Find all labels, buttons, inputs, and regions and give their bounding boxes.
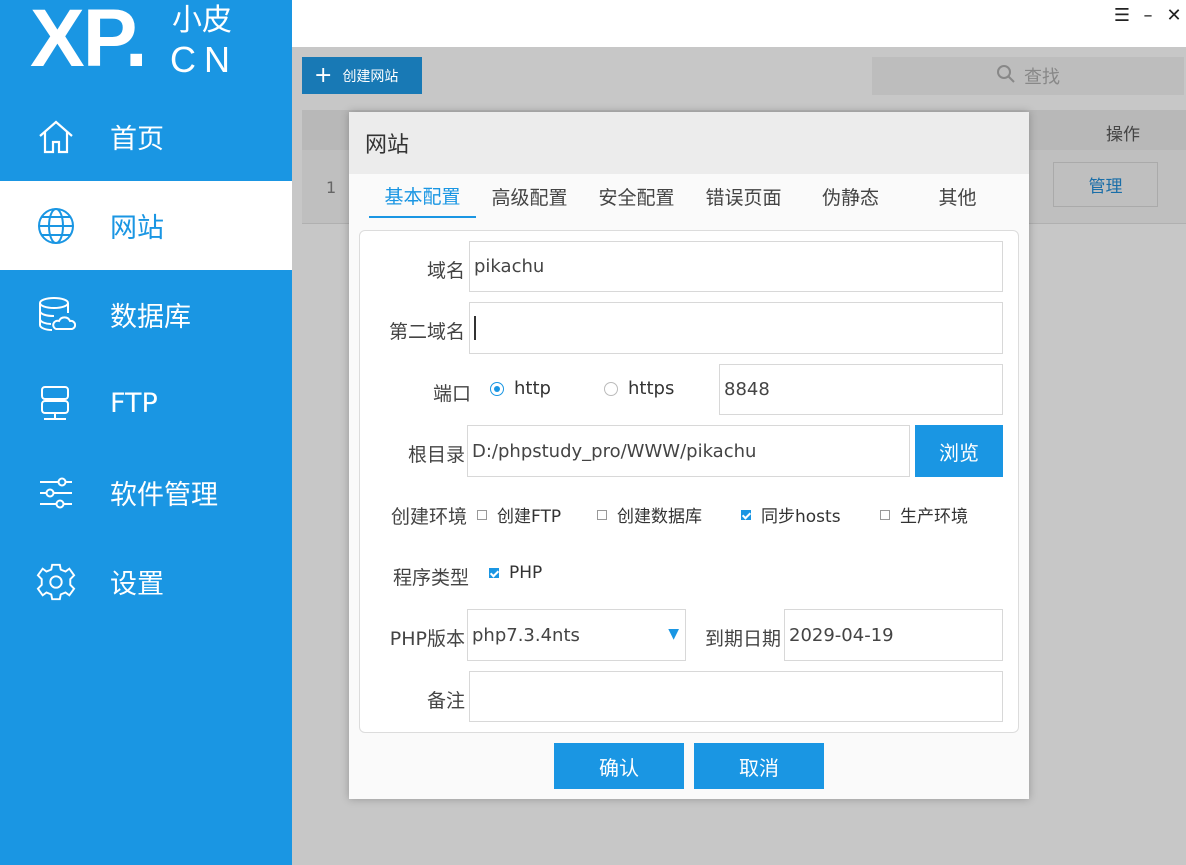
chevron-down-icon: ▼ bbox=[668, 626, 679, 642]
radio-unselected-icon bbox=[604, 381, 618, 396]
root-dir-label: 根目录 bbox=[407, 444, 465, 466]
tab-advanced[interactable]: 高级配置 bbox=[476, 174, 583, 218]
gear-icon bbox=[36, 562, 76, 602]
manage-button[interactable]: 管理 bbox=[1053, 162, 1158, 207]
plus-icon: + bbox=[314, 62, 333, 88]
checkbox-checked-icon bbox=[741, 509, 751, 520]
logo-top: 小皮 bbox=[172, 3, 232, 38]
second-domain-input[interactable] bbox=[469, 302, 1003, 354]
sidebar-item-label: 首页 bbox=[110, 124, 164, 155]
checkbox-create-database[interactable]: 创建数据库 bbox=[597, 502, 702, 527]
note-label: 备注 bbox=[426, 690, 465, 712]
ftp-icon bbox=[36, 384, 76, 424]
note-input[interactable] bbox=[469, 671, 1003, 722]
checkbox-label: 同步hosts bbox=[761, 507, 841, 527]
tab-other[interactable]: 其他 bbox=[904, 174, 1011, 218]
radio-http[interactable]: http bbox=[490, 378, 551, 399]
sidebar: XP. 小皮 CN 首页 网站 数据库 FTP 软件管理 设置 bbox=[0, 0, 292, 865]
sidebar-item-website[interactable]: 网站 bbox=[0, 181, 292, 270]
logo-bottom: CN bbox=[170, 39, 238, 80]
radio-selected-icon bbox=[490, 381, 504, 396]
tab-security[interactable]: 安全配置 bbox=[583, 174, 690, 218]
program-type-label: 程序类型 bbox=[392, 567, 469, 589]
browse-button[interactable]: 浏览 bbox=[915, 425, 1003, 477]
port-input[interactable]: 8848 bbox=[719, 364, 1003, 415]
tab-basic[interactable]: 基本配置 bbox=[369, 174, 476, 218]
expire-date-input[interactable]: 2029-04-19 bbox=[784, 609, 1003, 661]
create-website-button[interactable]: + 创建网站 bbox=[302, 57, 422, 94]
cancel-button[interactable]: 取消 bbox=[694, 743, 824, 789]
sidebar-item-label: 软件管理 bbox=[110, 480, 218, 511]
logo-main: XP. bbox=[30, 0, 148, 84]
radio-https[interactable]: https bbox=[604, 378, 674, 399]
expire-date-label: 到期日期 bbox=[704, 628, 781, 650]
database-icon bbox=[36, 295, 76, 335]
close-icon[interactable]: ✕ bbox=[1162, 4, 1186, 28]
sidebar-nav: 首页 网站 数据库 FTP 软件管理 设置 bbox=[0, 92, 292, 626]
sidebar-item-settings[interactable]: 设置 bbox=[0, 537, 292, 626]
tab-rewrite[interactable]: 伪静态 bbox=[797, 174, 904, 218]
sidebar-item-label: 网站 bbox=[110, 213, 164, 244]
php-version-label: PHP版本 bbox=[389, 628, 465, 650]
home-icon bbox=[36, 117, 76, 157]
row-number: 1 bbox=[326, 178, 337, 197]
text-cursor bbox=[474, 316, 476, 340]
php-version-select[interactable]: php7.3.4nts ▼ bbox=[467, 609, 686, 661]
checkbox-label: PHP bbox=[509, 563, 543, 583]
checkbox-icon bbox=[477, 509, 487, 520]
checkbox-php[interactable]: PHP bbox=[489, 563, 542, 583]
checkbox-label: 创建数据库 bbox=[617, 507, 702, 527]
sidebar-item-label: 设置 bbox=[110, 569, 164, 600]
search-icon bbox=[996, 64, 1016, 89]
radio-http-label: http bbox=[514, 378, 551, 399]
checkbox-label: 创建FTP bbox=[497, 507, 562, 527]
second-domain-label: 第二域名 bbox=[388, 321, 465, 343]
root-dir-input[interactable]: D:/phpstudy_pro/WWW/pikachu bbox=[467, 425, 910, 477]
create-website-label: 创建网站 bbox=[342, 68, 399, 85]
sidebar-item-home[interactable]: 首页 bbox=[0, 92, 292, 181]
sidebar-item-ftp[interactable]: FTP bbox=[0, 359, 292, 448]
confirm-button[interactable]: 确认 bbox=[554, 743, 684, 789]
website-dialog: 网站 基本配置 高级配置 安全配置 错误页面 伪静态 其他 域名 pikachu… bbox=[349, 112, 1029, 799]
checkbox-production-env[interactable]: 生产环境 bbox=[880, 502, 968, 527]
checkbox-sync-hosts[interactable]: 同步hosts bbox=[741, 502, 841, 527]
title-bar: ☰ – ✕ bbox=[292, 0, 1186, 47]
checkbox-create-ftp[interactable]: 创建FTP bbox=[477, 502, 561, 527]
sidebar-item-software[interactable]: 软件管理 bbox=[0, 448, 292, 537]
sliders-icon bbox=[36, 473, 76, 513]
search-input[interactable]: 查找 bbox=[872, 57, 1184, 95]
sidebar-item-label: FTP bbox=[110, 388, 158, 419]
checkbox-icon bbox=[597, 509, 607, 520]
php-version-value: php7.3.4nts bbox=[472, 624, 580, 646]
minimize-icon[interactable]: – bbox=[1136, 4, 1160, 28]
checkbox-icon bbox=[880, 509, 890, 520]
create-env-label: 创建环境 bbox=[390, 506, 467, 528]
sidebar-item-database[interactable]: 数据库 bbox=[0, 270, 292, 359]
globe-icon bbox=[36, 206, 76, 246]
search-placeholder: 查找 bbox=[1024, 67, 1060, 88]
checkbox-checked-icon bbox=[489, 568, 499, 578]
sidebar-item-label: 数据库 bbox=[110, 302, 191, 333]
menu-icon[interactable]: ☰ bbox=[1110, 4, 1134, 28]
tab-error-page[interactable]: 错误页面 bbox=[690, 174, 797, 218]
column-header-operation: 操作 bbox=[1106, 125, 1140, 145]
dialog-tabs: 基本配置 高级配置 安全配置 错误页面 伪静态 其他 bbox=[369, 174, 1011, 218]
dialog-title: 网站 bbox=[349, 112, 1029, 174]
checkbox-label: 生产环境 bbox=[900, 507, 968, 527]
domain-input[interactable]: pikachu bbox=[469, 241, 1003, 292]
radio-https-label: https bbox=[628, 378, 675, 399]
port-label: 端口 bbox=[432, 383, 471, 405]
domain-label: 域名 bbox=[426, 260, 465, 282]
